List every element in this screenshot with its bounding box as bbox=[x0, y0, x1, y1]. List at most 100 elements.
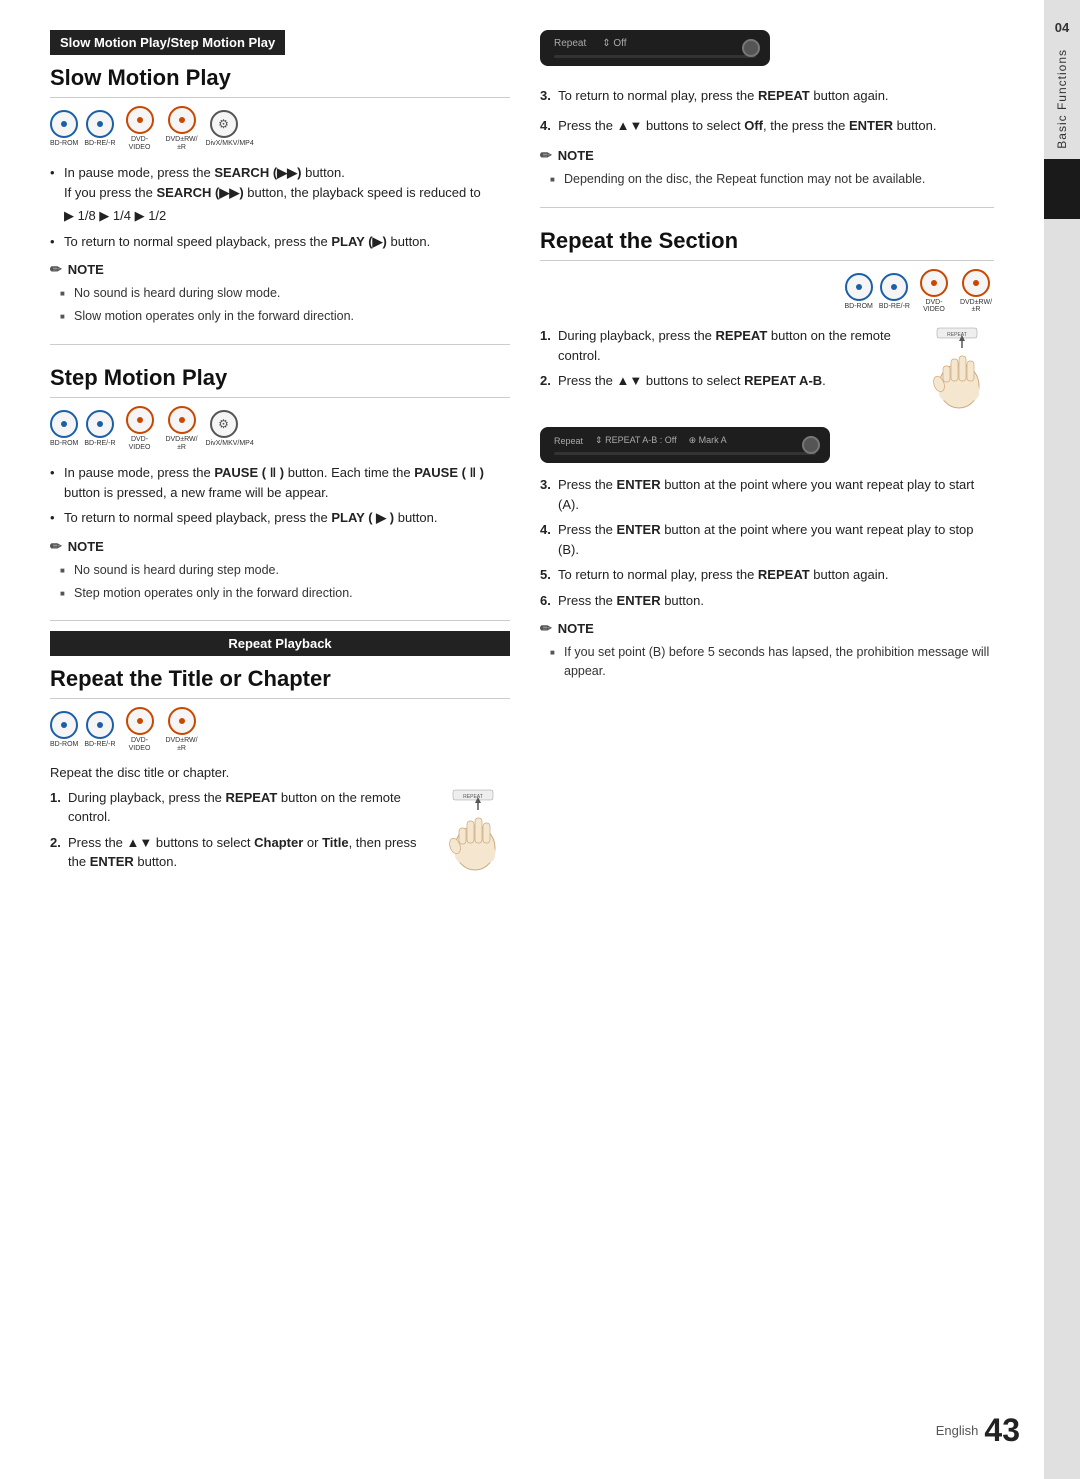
repeat-section-step-3: 3. Press the ENTER button at the point w… bbox=[540, 475, 994, 514]
step-motion-section: Step Motion Play BD-ROM BD-RE/-R DVD-VID… bbox=[50, 365, 510, 602]
repeat-section-step-2: 2. Press the ▲▼ buttons to select REPEAT… bbox=[540, 371, 919, 391]
repeat-section-steps-1-2: 1. During playback, press the REPEAT but… bbox=[540, 326, 994, 419]
repeat-title-step-2: 2. Press the ▲▼ buttons to select Chapte… bbox=[50, 833, 435, 872]
disc-slot bbox=[554, 55, 756, 58]
note-label-4: NOTE bbox=[558, 621, 594, 636]
repeat-title-intro: Repeat the disc title or chapter. bbox=[50, 765, 510, 780]
note-icon-1: ✏ bbox=[50, 261, 62, 278]
disc-divx-1: ⚙ DivX/MKV/MP4 bbox=[206, 110, 242, 148]
repeat-section: Repeat the Section BD-ROM BD-RE/-R DVD-V… bbox=[540, 228, 994, 681]
play-bold-1: PLAY (▶) bbox=[331, 234, 387, 249]
disc-dvd-video-4: DVD-VIDEO bbox=[916, 269, 952, 314]
step-motion-bullets: In pause mode, press the PAUSE ( ‖ ) but… bbox=[50, 463, 510, 528]
slow-motion-note-2: Slow motion operates only in the forward… bbox=[60, 307, 510, 326]
divider-1 bbox=[50, 344, 510, 345]
chapter-title: Basic Functions bbox=[1055, 49, 1069, 149]
device-knob bbox=[742, 39, 760, 57]
disc-bd-rom-1: BD-ROM bbox=[50, 110, 78, 148]
disc-bd-re-r-3: BD-RE/-R bbox=[84, 711, 115, 749]
disc-circle-dvd-video-1 bbox=[126, 106, 154, 134]
disc-dvd-rw-r-3: DVD±RW/±R bbox=[164, 707, 200, 752]
step-motion-bullet-2: To return to normal speed playback, pres… bbox=[50, 508, 510, 528]
device-knob-2 bbox=[802, 436, 820, 454]
note-icon-2: ✏ bbox=[50, 538, 62, 555]
language-label: English bbox=[936, 1423, 979, 1438]
disc-slot-2 bbox=[554, 452, 816, 455]
disc-circle-bd-re-r-1 bbox=[86, 110, 114, 138]
remote-hand-svg-1: REPEAT bbox=[445, 788, 510, 878]
remote-hand-illustration-2: REPEAT bbox=[929, 326, 994, 419]
repeat-title-steps-container: 1. During playback, press the REPEAT but… bbox=[50, 788, 510, 881]
svg-text:REPEAT: REPEAT bbox=[463, 794, 483, 800]
repeat-section-step-6: 6. Press the ENTER button. bbox=[540, 591, 994, 611]
divider-2 bbox=[50, 620, 510, 621]
note-label-2: NOTE bbox=[68, 539, 104, 554]
device-repeat-label: Repeat bbox=[554, 38, 586, 49]
repeat-playback-banner: Repeat Playback bbox=[50, 631, 510, 656]
repeat-title-disc-icons: BD-ROM BD-RE/-R DVD-VIDEO DVD±RW/±R bbox=[50, 707, 510, 752]
device-mockup-2: Repeat ⇕ REPEAT A-B : Off ⊕ Mark A bbox=[540, 427, 830, 463]
repeat-section-step-text: 1. During playback, press the REPEAT but… bbox=[540, 326, 919, 399]
disc-circle-bd-rom-1 bbox=[50, 110, 78, 138]
device-mockup-1: Repeat ⇕ Off bbox=[540, 30, 770, 66]
disc-dvd-video-1: DVD-VIDEO bbox=[122, 106, 158, 151]
disc-bd-rom-3: BD-ROM bbox=[50, 711, 78, 749]
repeat-section-step-1: 1. During playback, press the REPEAT but… bbox=[540, 326, 919, 365]
repeat-section-disc-icons: BD-ROM BD-RE/-R DVD-VIDEO DVD±RW/±R bbox=[540, 269, 994, 314]
note-icon-3: ✏ bbox=[540, 147, 552, 164]
device-off-value: ⇕ Off bbox=[602, 38, 626, 49]
slow-motion-note-1: No sound is heard during slow mode. bbox=[60, 284, 510, 303]
repeat-section-note-1: If you set point (B) before 5 seconds ha… bbox=[550, 643, 994, 681]
disc-bd-re-r-2: BD-RE/-R bbox=[84, 410, 115, 448]
right-step-3-container: 3. To return to normal play, press the R… bbox=[540, 86, 994, 106]
disc-divx-2: ⚙ DivX/MKV/MP4 bbox=[206, 410, 242, 448]
step-motion-note-1: No sound is heard during step mode. bbox=[60, 561, 510, 580]
device-screen-2: Repeat ⇕ REPEAT A-B : Off ⊕ Mark A bbox=[554, 435, 816, 446]
right-step-4: 4. Press the ▲▼ buttons to select Off, t… bbox=[540, 116, 994, 136]
device-repeat-label-2: Repeat bbox=[554, 436, 583, 446]
slow-motion-bullet-1: In pause mode, press the SEARCH (▶▶) but… bbox=[50, 163, 510, 226]
disc-dvd-rw-r-1: DVD±RW/±R bbox=[164, 106, 200, 151]
search-bold-1: SEARCH (▶▶) bbox=[214, 165, 301, 180]
step-motion-note: ✏ NOTE No sound is heard during step mod… bbox=[50, 538, 510, 603]
slow-motion-disc-icons: BD-ROM BD-RE/-R DVD-VIDEO DVD±RW/±R bbox=[50, 106, 510, 151]
disc-dvd-rw-r-4: DVD±RW/±R bbox=[958, 269, 994, 314]
repeat-section-title: Repeat the Section bbox=[540, 228, 994, 261]
step-motion-disc-icons: BD-ROM BD-RE/-R DVD-VIDEO DVD±RW/±R bbox=[50, 406, 510, 451]
step-motion-title: Step Motion Play bbox=[50, 365, 510, 398]
right-note-1: ✏ NOTE Depending on the disc, the Repeat… bbox=[540, 147, 994, 189]
disc-bd-rom-4: BD-ROM bbox=[844, 273, 872, 311]
step-motion-note-list: No sound is heard during step mode. Step… bbox=[60, 561, 510, 603]
repeat-title-steps: 1. During playback, press the REPEAT but… bbox=[50, 788, 435, 880]
repeat-title-heading: Repeat the Title or Chapter bbox=[50, 666, 510, 699]
repeat-title-section: Repeat the Title or Chapter BD-ROM BD-RE… bbox=[50, 666, 510, 880]
slow-motion-section: Slow Motion Play BD-ROM BD-RE/-R DVD-VID… bbox=[50, 65, 510, 326]
banner-slow-motion: Slow Motion Play/Step Motion Play bbox=[50, 30, 285, 55]
right-note-item-1: Depending on the disc, the Repeat functi… bbox=[550, 170, 994, 189]
svg-text:REPEAT: REPEAT bbox=[947, 332, 967, 338]
right-step-3: 3. To return to normal play, press the R… bbox=[540, 86, 994, 106]
repeat-section-steps-3-6: 3. Press the ENTER button at the point w… bbox=[540, 475, 994, 610]
repeat-section-step-5: 5. To return to normal play, press the R… bbox=[540, 565, 994, 585]
note-label-3: NOTE bbox=[558, 148, 594, 163]
disc-circle-dvd-rw-r-1 bbox=[168, 106, 196, 134]
divider-3 bbox=[540, 207, 994, 208]
slow-motion-bullets: In pause mode, press the SEARCH (▶▶) but… bbox=[50, 163, 510, 251]
disc-dvd-rw-r-2: DVD±RW/±R bbox=[164, 406, 200, 451]
note-icon-4: ✏ bbox=[540, 620, 552, 637]
slow-motion-bullet-2: To return to normal speed playback, pres… bbox=[50, 232, 510, 252]
page-number-container: English 43 bbox=[936, 1412, 1020, 1449]
slow-motion-title: Slow Motion Play bbox=[50, 65, 510, 98]
slow-motion-sub: If you press the SEARCH (▶▶) button, the… bbox=[64, 183, 510, 203]
side-tab: 04 Basic Functions bbox=[1044, 0, 1080, 1479]
disc-bd-rom-2: BD-ROM bbox=[50, 410, 78, 448]
disc-dvd-video-3: DVD-VIDEO bbox=[122, 707, 158, 752]
disc-bd-re-r-4: BD-RE/-R bbox=[879, 273, 910, 311]
slow-motion-note-list: No sound is heard during slow mode. Slow… bbox=[60, 284, 510, 326]
device-mark-a: ⊕ Mark A bbox=[689, 435, 727, 446]
device-display-top: Repeat ⇕ Off bbox=[540, 30, 994, 66]
remote-hand-svg-2: REPEAT bbox=[929, 326, 994, 416]
page-num: 43 bbox=[984, 1412, 1020, 1449]
repeat-playback-banner-container: Repeat Playback bbox=[50, 631, 510, 656]
note-label-1: NOTE bbox=[68, 262, 104, 277]
